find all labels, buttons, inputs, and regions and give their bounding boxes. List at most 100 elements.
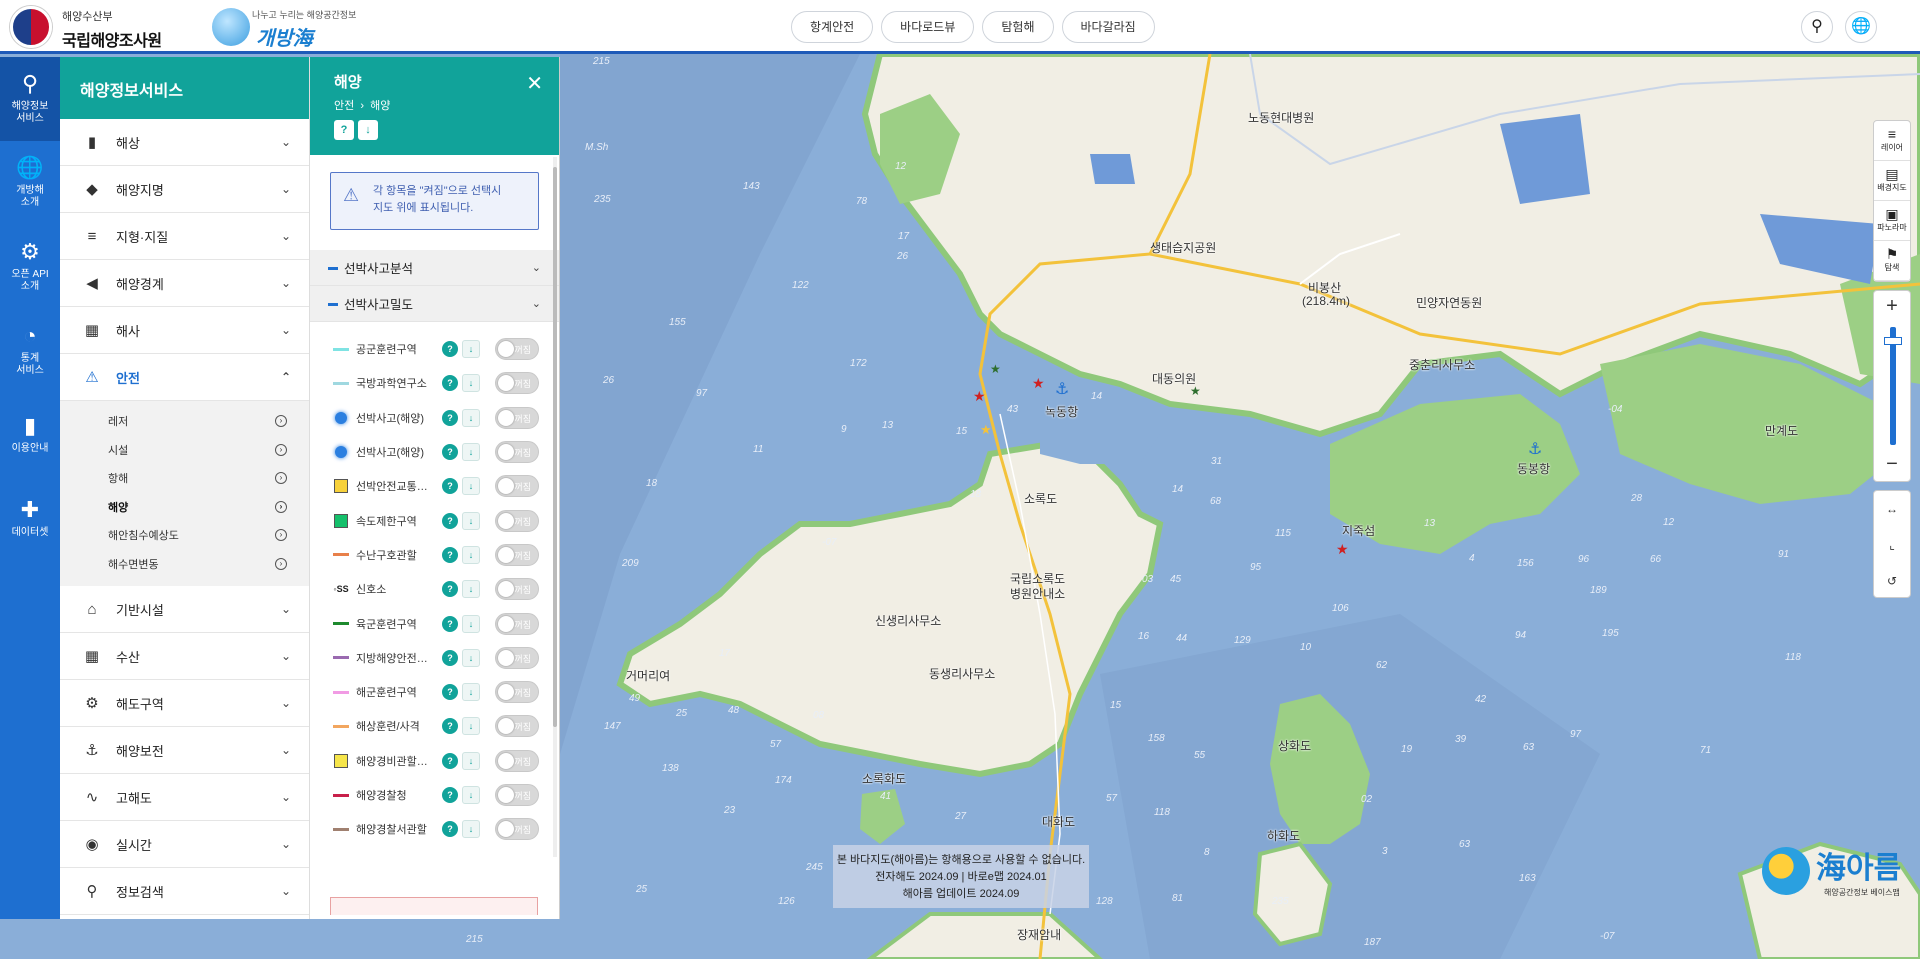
download-icon[interactable]: ↓ [462,614,480,633]
layer-group-accident-analysis[interactable]: ▬ 선박사고분석 ⌄ [310,250,559,286]
map-place-label[interactable]: 중춘리사무소 [1409,356,1475,373]
map-place-label[interactable]: 동봉항 [1517,460,1550,477]
help-icon[interactable]: ? [442,615,458,632]
subcategory-item[interactable]: 레저 › [60,407,309,436]
layer-toggle[interactable]: 꺼짐 [495,646,539,669]
help-icon[interactable]: ? [442,684,458,701]
map-place-label[interactable]: 노동현대병원 [1248,109,1314,126]
download-icon[interactable]: ↓ [462,786,480,804]
category-item[interactable]: ▦ 해사 ⌄ [60,307,309,354]
layer-toggle[interactable]: 꺼짐 [495,475,539,498]
layer-toggle[interactable]: 꺼짐 [495,372,539,395]
map-place-label[interactable]: 장재암내 [1017,926,1061,943]
layer-toggle[interactable]: 꺼짐 [495,578,539,601]
map-tool-button[interactable]: ▤ 배경지도 [1874,161,1910,201]
category-item[interactable]: ⚙ 해도구역 ⌄ [60,680,309,727]
category-item[interactable]: ▮ 해상 ⌄ [60,119,309,166]
help-icon[interactable]: ? [442,581,458,598]
category-safety[interactable]: ⚠ 안전 ⌃ [60,354,309,401]
download-icon[interactable]: ↓ [358,120,378,140]
category-item[interactable]: ∿ 고해도 ⌄ [60,774,309,821]
download-icon[interactable]: ↓ [462,751,480,770]
help-icon[interactable]: ? [442,478,458,495]
globe-icon[interactable]: 🌐 [1845,11,1877,43]
category-item[interactable]: ⌂ 기반시설 ⌄ [60,586,309,633]
zoom-out-button[interactable]: − [1874,449,1910,481]
search-icon[interactable]: ⚲ [1801,11,1833,43]
category-item[interactable]: ◆ 해양지명 ⌄ [60,166,309,213]
map-place-label[interactable]: 하화도 [1267,827,1300,844]
layer-toggle[interactable]: 꺼짐 [495,441,539,464]
download-icon[interactable]: ↓ [462,340,480,359]
reset-icon[interactable]: ↺ [1874,563,1910,599]
download-icon[interactable]: ↓ [462,648,480,667]
download-icon[interactable]: ↓ [462,374,480,393]
layer-toggle[interactable]: 꺼짐 [495,784,539,806]
rail-item-ocean-info[interactable]: ⚲ 해양정보 서비스 [0,57,60,141]
category-item[interactable]: ◉ 실시간 ⌄ [60,821,309,868]
scrollbar-thumb[interactable] [553,167,557,727]
rail-item-guide[interactable]: ▮ 이용안내 [0,393,60,477]
layer-toggle[interactable]: 꺼짐 [495,715,539,738]
area-icon[interactable]: ⌞ [1874,527,1910,563]
map-place-label[interactable]: 거머리여 [626,667,670,684]
download-icon[interactable]: ↓ [462,683,480,702]
download-icon[interactable]: ↓ [462,820,480,839]
layer-toggle[interactable]: 꺼짐 [495,406,539,429]
subcategory-item[interactable]: 시설 › [60,436,309,465]
map-place-label[interactable]: 신생리사무소 [875,612,941,629]
rail-item-about[interactable]: 🌐 개방해 소개 [0,141,60,225]
subcategory-item[interactable]: 해수면변동 › [60,550,309,579]
help-icon[interactable]: ? [442,649,458,666]
nav-button-sea-parting[interactable]: 바다갈라짐 [1061,11,1155,43]
rail-item-dataset[interactable]: ✚ 데이터셋 [0,477,60,561]
help-icon[interactable]: ? [442,375,458,392]
layer-toggle[interactable]: 꺼짐 [495,749,539,772]
nav-button-harbor-safety[interactable]: 항계안전 [791,11,874,43]
help-icon[interactable]: ? [442,821,458,838]
map-place-label[interactable]: 대동의원 [1152,370,1196,387]
layer-group-accident-density[interactable]: ▬ 선박사고밀도 ⌄ [310,286,559,322]
help-icon[interactable]: ? [442,444,458,461]
government-emblem-icon[interactable] [10,6,52,48]
distance-icon[interactable]: ↔ [1874,491,1910,527]
nav-button-sea-roadview[interactable]: 바다로드뷰 [881,11,975,43]
service-brand[interactable]: 나누고 누리는 해양공간정보 개방海 [208,4,368,50]
rail-item-open-api[interactable]: ⚙ 오픈 API 소개 [0,225,60,309]
subcategory-item[interactable]: 해양 › [60,493,309,522]
map-place-label[interactable]: 녹동항 [1045,403,1078,420]
scrollbar[interactable] [553,157,557,857]
category-item[interactable]: ⚲ 정보검색 ⌄ [60,868,309,915]
download-icon[interactable]: ↓ [462,511,480,530]
map-place-label[interactable]: 동생리사무소 [929,665,995,682]
help-icon[interactable]: ? [334,120,354,140]
subcategory-item[interactable]: 항해 › [60,464,309,493]
category-item[interactable]: ◀ 해양경계 ⌄ [60,260,309,307]
layer-toggle[interactable]: 꺼짐 [495,338,539,361]
layer-toggle[interactable]: 꺼짐 [495,509,539,532]
map-place-label[interactable]: 상화도 [1278,737,1311,754]
rail-item-statistics[interactable]: ◔ 통계 서비스 [0,309,60,393]
help-icon[interactable]: ? [442,512,458,529]
download-icon[interactable]: ↓ [462,580,480,599]
download-icon[interactable]: ↓ [462,717,480,736]
map-place-label[interactable]: 대화도 [1042,813,1075,830]
map-tool-button[interactable]: ▣ 파노라마 [1874,201,1910,241]
category-item[interactable]: ⚓ 해양보전 ⌄ [60,727,309,774]
download-icon[interactable]: ↓ [462,477,480,496]
map-place-label[interactable]: 소록화도 [862,770,906,787]
help-icon[interactable]: ? [442,718,458,735]
map-tool-button[interactable]: ⚑ 탐색 [1874,241,1910,281]
zoom-in-button[interactable]: + [1874,291,1910,323]
map-place-label[interactable]: 지죽섬 [1342,522,1375,539]
nav-button-explore[interactable]: 탐험해 [982,11,1054,43]
layer-toggle[interactable]: 꺼짐 [495,612,539,635]
map-place-label[interactable]: 병원안내소 [1010,585,1065,602]
map-place-label[interactable]: 생태습지공원 [1150,239,1216,256]
breadcrumb-parent[interactable]: 안전 [334,100,354,112]
download-icon[interactable]: ↓ [462,545,480,564]
zoom-slider-handle[interactable] [1884,337,1902,345]
layer-toggle[interactable]: 꺼짐 [495,818,539,841]
help-icon[interactable]: ? [442,409,458,426]
subcategory-item[interactable]: 해안침수예상도 › [60,521,309,550]
